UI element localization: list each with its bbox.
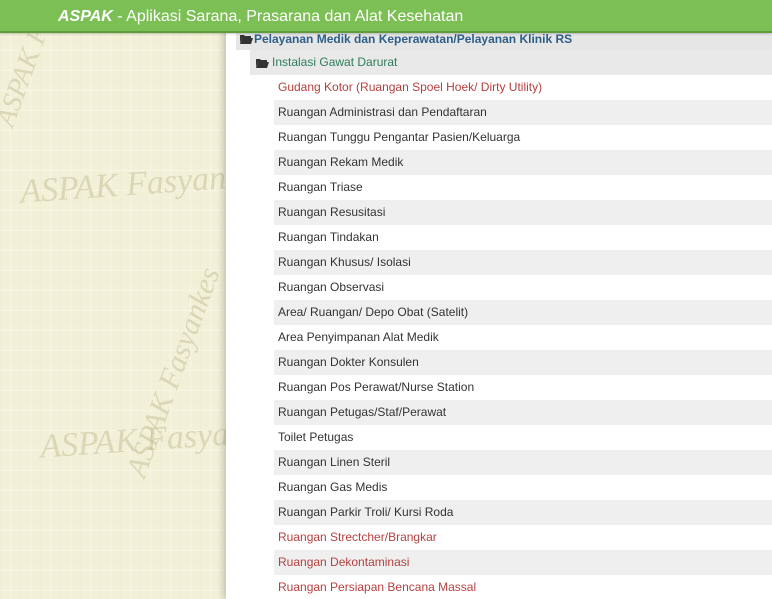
room-list-item[interactable]: Ruangan Tindakan <box>274 225 772 250</box>
room-list-item[interactable]: Ruangan Dokter Konsulen <box>274 350 772 375</box>
room-list-item[interactable]: Area Penyimpanan Alat Medik <box>274 325 772 350</box>
room-list: Gudang Kotor (Ruangan Spoel Hoek/ Dirty … <box>274 75 772 599</box>
tree-root-label: Pelayanan Medik dan Keperawatan/Pelayana… <box>254 32 573 46</box>
tree-sub-label: Instalasi Gawat Darurat <box>272 55 398 69</box>
tree-node-instalasi-gawat-darurat[interactable]: Instalasi Gawat Darurat <box>250 50 772 75</box>
room-list-item[interactable]: Ruangan Administrasi dan Pendaftaran <box>274 100 772 125</box>
room-list-item[interactable]: Ruangan Khusus/ Isolasi <box>274 250 772 275</box>
room-list-item[interactable]: Ruangan Gas Medis <box>274 475 772 500</box>
room-list-item[interactable]: Ruangan Observasi <box>274 275 772 300</box>
room-list-item[interactable]: Toilet Petugas <box>274 425 772 450</box>
room-list-item[interactable]: Ruangan Strectcher/Brangkar <box>274 525 772 550</box>
room-list-item[interactable]: Ruangan Tunggu Pengantar Pasien/Keluarga <box>274 125 772 150</box>
room-list-item[interactable]: Ruangan Triase <box>274 175 772 200</box>
room-list-item[interactable]: Ruangan Persiapan Bencana Massal <box>274 575 772 599</box>
folder-open-icon <box>240 34 253 44</box>
app-title-bar: ASPAK - Aplikasi Sarana, Prasarana dan A… <box>0 0 772 33</box>
room-list-item[interactable]: Ruangan Parkir Troli/ Kursi Roda <box>274 500 772 525</box>
room-list-item[interactable]: Ruangan Linen Steril <box>274 450 772 475</box>
room-list-item[interactable]: Ruangan Rekam Medik <box>274 150 772 175</box>
watermark: ASPAK Fasyankes <box>120 263 227 482</box>
app-name: ASPAK <box>58 8 113 25</box>
room-list-item[interactable]: Area/ Ruangan/ Depo Obat (Satelit) <box>274 300 772 325</box>
room-list-item[interactable]: Gudang Kotor (Ruangan Spoel Hoek/ Dirty … <box>274 75 772 100</box>
room-list-item[interactable]: Ruangan Petugas/Staf/Perawat <box>274 400 772 425</box>
room-list-item[interactable]: Ruangan Resusitasi <box>274 200 772 225</box>
app-subtitle: - Aplikasi Sarana, Prasarana dan Alat Ke… <box>112 8 464 25</box>
folder-open-icon <box>256 58 269 68</box>
tree-panel: Pelayanan Medik dan Keperawatan/Pelayana… <box>226 28 772 599</box>
room-list-item[interactable]: Ruangan Dekontaminasi <box>274 550 772 575</box>
room-list-item[interactable]: Ruangan Pos Perawat/Nurse Station <box>274 375 772 400</box>
